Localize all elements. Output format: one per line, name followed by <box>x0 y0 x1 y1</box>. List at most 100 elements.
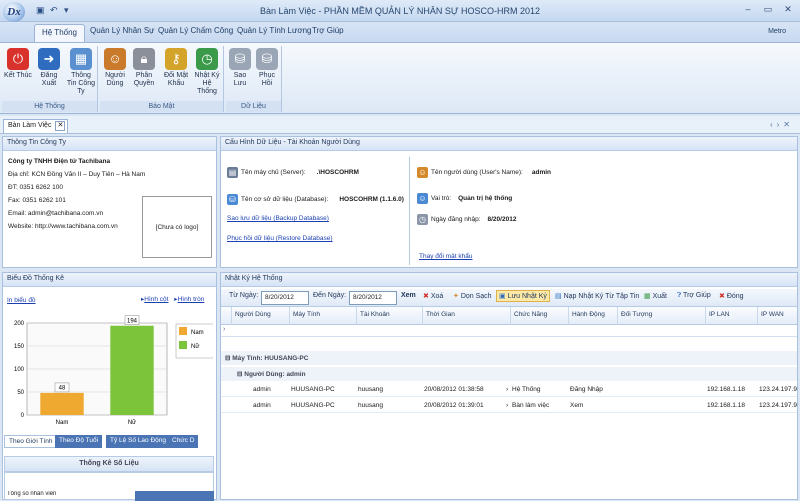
load-log-button[interactable]: ▤ Nạp Nhật Ký Từ Tập Tin <box>555 292 639 300</box>
server-label: Tên máy chủ (Server): <box>241 169 306 176</box>
clock-icon: ◷ <box>417 214 428 225</box>
from-date-input[interactable]: 8/20/2012 <box>261 291 309 305</box>
dropdown-icon[interactable]: ▾ <box>64 5 69 16</box>
y-tick-label: 100 <box>14 367 25 373</box>
system-log-button[interactable]: ◷ Nhật Ký Hệ Thống <box>192 48 222 96</box>
theme-selector[interactable]: Metro <box>768 28 786 35</box>
delete-button[interactable]: ✖ Xoá <box>423 292 443 300</box>
group-row-user[interactable]: ⊟ Người Dùng: admin <box>221 367 797 381</box>
col-time[interactable]: Thời Gian <box>422 307 510 325</box>
tab-tro-giup[interactable]: Trợ Giúp <box>312 26 344 35</box>
change-password-link[interactable]: Thay đổi mật khẩu <box>419 253 472 260</box>
company-name: Công ty TNHH Điện tử Tachibana <box>8 158 111 165</box>
backup-button[interactable]: ⛁ Sao Lưu <box>228 48 252 88</box>
y-tick-label: 200 <box>14 321 25 327</box>
close-log-button[interactable]: ✖ Đóng <box>719 292 744 300</box>
group-bao-mat: ☺ Người Dùng 🔒︎ Phân Quyền ⚷ Đổi Mật Khẩ… <box>100 46 224 112</box>
export-button[interactable]: ▦ Xuất <box>644 292 667 300</box>
logout-button[interactable]: ➜ Đăng Xuất <box>34 48 64 88</box>
col-account[interactable]: Tài Khoản <box>356 307 422 325</box>
tab-he-thong[interactable]: Hệ Thống <box>34 24 85 42</box>
key-icon: ⚷ <box>165 48 187 70</box>
legend-swatch <box>179 327 187 335</box>
tab-by-position[interactable]: Chức D <box>168 435 200 448</box>
group-du-lieu: ⛁ Sao Lưu ⛁ Phục Hồi Dữ Liệu <box>226 46 282 112</box>
permissions-button[interactable]: 🔒︎ Phân Quyền <box>128 48 160 88</box>
database-value: HOSCOHRM (1.1.6.0) <box>339 196 404 203</box>
panel-title: Cấu Hình Dữ Liệu - Tài Khoản Người Dùng <box>221 137 797 151</box>
tab-by-age[interactable]: Theo Độ Tuổi <box>55 435 104 448</box>
restore-database-link[interactable]: Phục hồi dữ liệu (Restore Database) <box>227 235 333 242</box>
col-computer[interactable]: Máy Tính <box>289 307 356 325</box>
user-name-value: admin <box>531 169 552 176</box>
panel-title: Biểu Đồ Thống Kê <box>3 273 216 287</box>
bar <box>110 325 154 415</box>
excel-icon: ▦ <box>644 293 651 300</box>
y-tick-label: 50 <box>17 390 24 396</box>
clock-icon: ◷ <box>196 48 218 70</box>
undo-icon[interactable]: ↶ <box>50 5 58 16</box>
clean-button[interactable]: ✦ Dọn Sạch <box>453 292 492 300</box>
table-row[interactable]: admin HUUSANG-PC huusang 20/08/2012 01:3… <box>221 383 797 397</box>
close-button[interactable]: ✕ <box>780 3 796 16</box>
user-icon: ☺ <box>417 167 428 178</box>
data-label: 48 <box>59 385 66 391</box>
col-action[interactable]: Hành Động <box>568 307 617 325</box>
role-icon: ☺ <box>417 193 428 204</box>
view-button[interactable]: Xem <box>401 292 416 299</box>
save-log-button[interactable]: ▣ Lưu Nhật Ký <box>496 290 550 302</box>
document-tab-bar: Bàn Làm Việc ✕ ‹›✕ <box>0 116 800 134</box>
company-info-button[interactable]: ▦ Thông Tin Công Ty <box>66 48 96 96</box>
log-grid-header: Người Dùng Máy Tính Tài Khoản Thời Gian … <box>221 307 797 325</box>
minimize-button[interactable]: – <box>740 3 756 16</box>
maximize-button[interactable]: ▭ <box>760 3 776 16</box>
x-tick-label: Nữ <box>128 420 136 426</box>
tab-by-gender[interactable]: Theo Giới Tính <box>4 435 58 448</box>
exit-button[interactable]: ⏻ Kết Thúc <box>4 48 32 80</box>
users-button[interactable]: ☺ Người Dùng <box>102 48 128 88</box>
bar-chart-link[interactable]: Hình cột <box>144 296 168 303</box>
role-value: Quản trị hệ thống <box>458 195 513 202</box>
server-icon: ▤ <box>227 167 238 178</box>
group-label: Dữ Liệu <box>226 101 281 112</box>
group-row-computer[interactable]: ⊟ Máy Tính: HUUSANG-PC <box>221 351 797 365</box>
col-object[interactable]: Đối Tượng <box>617 307 705 325</box>
close-icon[interactable]: ✕ <box>55 121 66 131</box>
y-tick-label: 150 <box>14 344 25 350</box>
print-chart-link[interactable]: In biểu đồ <box>7 297 36 304</box>
role-label: Vai trò: <box>431 195 452 202</box>
log-filter-row[interactable]: › <box>221 325 797 337</box>
backup-database-link[interactable]: Sao lưu dữ liệu (Backup Database) <box>227 215 329 222</box>
stats-tab-strip: Theo Giới Tính Theo Độ Tuổi Tỷ Lệ Số Lao… <box>4 435 214 448</box>
building-icon: ▦ <box>70 48 92 70</box>
to-date-label: Đến Ngày: <box>313 292 347 299</box>
col-ip-wan[interactable]: IP WAN <box>757 307 798 325</box>
tab-quan-ly-tinh-luong[interactable]: Quản Lý Tính Lương <box>237 26 312 35</box>
col-function[interactable]: Chức Năng <box>510 307 568 325</box>
bar <box>40 392 84 415</box>
lock-icon: 🔒︎ <box>133 48 155 70</box>
col-ip-lan[interactable]: IP LAN <box>705 307 757 325</box>
change-password-button[interactable]: ⚷ Đổi Mật Khẩu <box>162 48 190 88</box>
window-title: Bàn Làm Việc - PHẦN MỀM QUẢN LÝ NHÂN SỰ … <box>259 6 541 16</box>
delete-icon: ✖ <box>423 293 429 300</box>
save-icon[interactable]: ▣ <box>36 5 45 16</box>
restore-button[interactable]: ⛁ Phục Hồi <box>254 48 280 88</box>
tab-quan-ly-nhan-su[interactable]: Quản Lý Nhân Sự <box>90 26 155 35</box>
stats-footer-body: Tổng số nhân viên <box>4 472 214 501</box>
table-row[interactable]: admin HUUSANG-PC huusang 20/08/2012 01:3… <box>221 399 797 413</box>
pie-chart-link[interactable]: Hình tròn <box>178 296 205 303</box>
to-date-input[interactable]: 8/20/2012 <box>349 291 397 305</box>
app-logo[interactable]: Dx <box>3 2 25 22</box>
company-logo-placeholder[interactable]: [Chưa có logo] <box>142 196 212 258</box>
divider <box>409 157 410 265</box>
gender-bar-chart: 200 150 100 50 0 48 Nam 194 Nữ Nam Nữ <box>14 315 213 426</box>
help-button[interactable]: ❓︎ Trợ Giúp <box>677 292 711 300</box>
from-date-label: Từ Ngày: <box>229 292 259 299</box>
doc-tab-ban-lam-viec[interactable]: Bàn Làm Việc ✕ <box>3 119 69 133</box>
col-user[interactable]: Người Dùng <box>231 307 289 325</box>
tab-nav-arrows[interactable]: ‹›✕ <box>770 120 794 129</box>
close-icon: ✖ <box>719 293 725 300</box>
tab-quan-ly-cham-cong[interactable]: Quản Lý Chấm Công <box>158 26 233 35</box>
tab-labor-ratio[interactable]: Tỷ Lệ Số Lao Động <box>106 435 172 448</box>
